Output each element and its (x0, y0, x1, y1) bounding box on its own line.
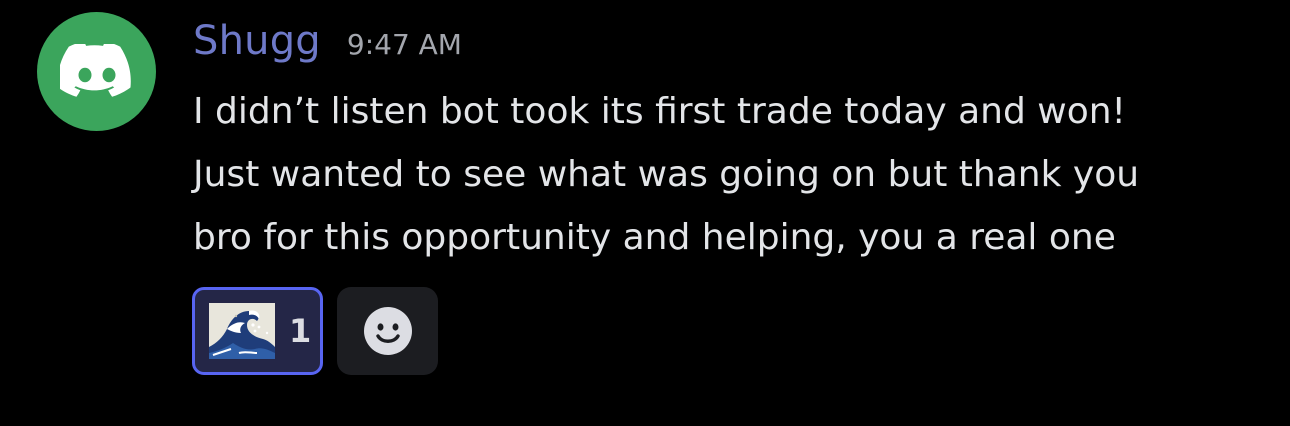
reaction-count: 1 (289, 312, 312, 350)
message-line: bro for this opportunity and helping, yo… (193, 217, 1116, 258)
wave-emoji-icon (209, 303, 275, 359)
message-line: I didn’t listen bot took its first trade… (193, 91, 1126, 132)
message-line: Just wanted to see what was going on but… (193, 154, 1140, 195)
add-reaction-button[interactable] (337, 287, 438, 375)
reactions-bar: 1 (192, 287, 438, 375)
message-content: I didn’t listen bot took its first trade… (193, 80, 1273, 269)
reaction-wave[interactable]: 1 (192, 287, 323, 375)
add-reaction-smiley-icon (363, 307, 412, 355)
message-header: Shugg 9:47 AM (193, 18, 462, 74)
timestamp: 9:47 AM (346, 28, 462, 61)
username[interactable]: Shugg (193, 18, 321, 64)
chat-message: Shugg 9:47 AM I didn’t listen bot took i… (0, 0, 1290, 426)
avatar[interactable] (37, 12, 156, 131)
discord-logo-icon (59, 43, 131, 97)
